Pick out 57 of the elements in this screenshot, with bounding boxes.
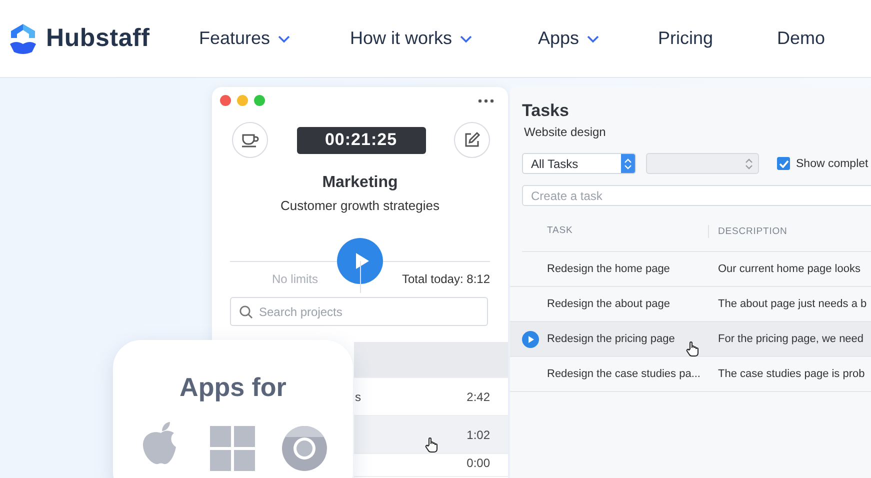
- task-cell-text: Redesign the about page: [546, 298, 671, 310]
- project-row[interactable]: s 2:42: [354, 378, 508, 416]
- task-name: Customer growth strategies: [280, 198, 440, 213]
- task-cell-text: Redesign the home page: [546, 263, 671, 275]
- project-row[interactable]: 1:02: [354, 416, 508, 454]
- panel-title: Tasks: [522, 101, 570, 121]
- nav-link[interactable]: Features: [199, 28, 350, 49]
- checkbox-label: Show complet: [796, 158, 868, 170]
- chevron-down-icon: [278, 34, 290, 42]
- task-row[interactable]: Redesign the pricing page For the pricing page, we need: [510, 322, 871, 357]
- search-icon: [239, 305, 253, 319]
- stepper-icon: [745, 158, 753, 170]
- create-task-field[interactable]: Create a task: [522, 185, 871, 206]
- chevron-down-icon: [587, 34, 600, 42]
- description-cell-text: Our current home page looks: [717, 263, 860, 275]
- play-icon: [522, 330, 539, 348]
- task-cell-text: Redesign the pricing page: [546, 333, 676, 345]
- chrome-icon[interactable]: [282, 426, 327, 471]
- description-cell-text: The about page just needs a b: [717, 298, 867, 310]
- minimize-window-icon[interactable]: [237, 95, 248, 106]
- hand-cursor-icon: [425, 437, 439, 453]
- limit-label: No limits: [270, 271, 319, 286]
- task-cell-text: Redesign the case studies pa...: [546, 368, 702, 380]
- timer-display: 00:21:25: [296, 126, 426, 154]
- stepper-icon: [624, 158, 632, 170]
- coffee-cup-icon: [241, 132, 259, 148]
- windows-icon[interactable]: [210, 426, 255, 471]
- hand-cursor-icon: [686, 341, 700, 357]
- project-name: Marketing: [321, 174, 399, 192]
- description-cell-text: The case studies page is prob: [717, 368, 865, 380]
- nav-link[interactable]: Pricing: [658, 28, 777, 49]
- nav-link[interactable]: Demo: [777, 28, 826, 49]
- add-note-button[interactable]: [454, 122, 490, 158]
- apps-heading: Apps for: [178, 372, 288, 403]
- total-today-label: Total today: 8:12: [400, 271, 490, 286]
- chevron-down-icon: [460, 34, 472, 42]
- column-header: DESCRIPTION: [718, 226, 788, 237]
- brand-name[interactable]: Hubstaff: [46, 24, 150, 53]
- project-row[interactable]: 0:00: [354, 454, 508, 477]
- column-header: TASK: [522, 225, 709, 238]
- edit-icon: [463, 131, 481, 149]
- nav-link[interactable]: How it works: [350, 28, 538, 49]
- task-row[interactable]: Redesign the home page Our current home page looks: [510, 252, 871, 287]
- close-window-icon[interactable]: [220, 95, 231, 106]
- task-filter-dropdown[interactable]: All Tasks: [522, 153, 636, 174]
- description-cell-text: For the pricing page, we need: [717, 333, 864, 345]
- search-field[interactable]: Search projects: [230, 297, 488, 326]
- play-button[interactable]: [337, 238, 383, 284]
- more-icon[interactable]: [478, 98, 494, 102]
- panel-subtitle: Website design: [524, 125, 607, 139]
- task-row[interactable]: Redesign the case studies pa... The case studies page is prob: [510, 357, 871, 392]
- break-button[interactable]: [232, 122, 268, 158]
- nav-link[interactable]: Apps: [538, 28, 658, 49]
- play-icon: [354, 252, 370, 270]
- checkbox[interactable]: [777, 157, 790, 170]
- maximize-window-icon[interactable]: [254, 95, 265, 106]
- empty-dropdown[interactable]: [646, 153, 759, 174]
